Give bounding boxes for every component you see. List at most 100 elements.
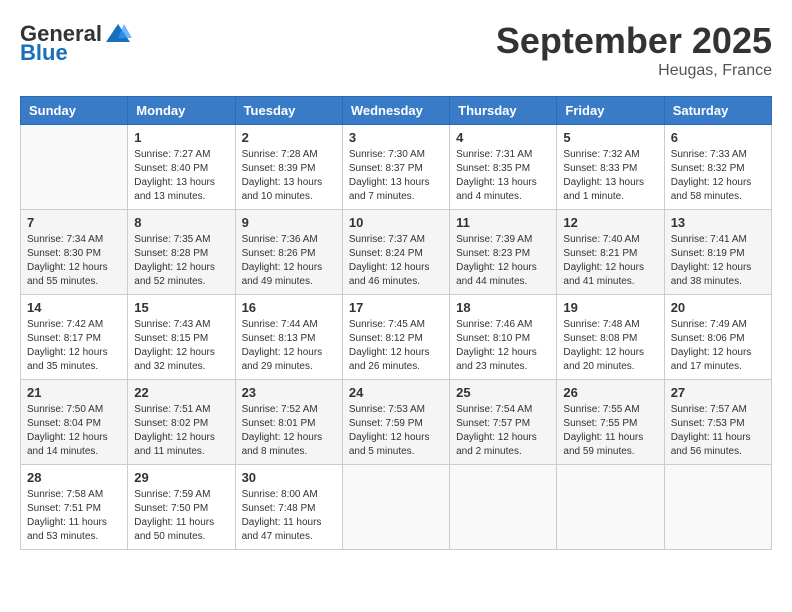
calendar-day-cell: 13 Sunrise: 7:41 AM Sunset: 8:19 PM Dayli… (664, 210, 771, 295)
logo-icon (104, 20, 132, 48)
calendar-day-cell: 21 Sunrise: 7:50 AM Sunset: 8:04 PM Dayli… (21, 380, 128, 465)
day-info: Sunrise: 7:49 AM Sunset: 8:06 PM Dayligh… (671, 318, 765, 374)
calendar-week-row: 21 Sunrise: 7:50 AM Sunset: 8:04 PM Dayli… (21, 380, 772, 465)
day-info: Sunrise: 7:33 AM Sunset: 8:32 PM Dayligh… (671, 148, 765, 204)
day-info: Sunrise: 7:28 AM Sunset: 8:39 PM Dayligh… (242, 148, 336, 204)
location: Heugas, France (496, 62, 772, 80)
day-number: 6 (671, 130, 765, 145)
calendar-day-cell: 7 Sunrise: 7:34 AM Sunset: 8:30 PM Daylig… (21, 210, 128, 295)
day-of-week-header: Wednesday (342, 97, 449, 125)
day-of-week-header: Saturday (664, 97, 771, 125)
calendar-table: SundayMondayTuesdayWednesdayThursdayFrid… (20, 96, 772, 550)
calendar-day-cell: 20 Sunrise: 7:49 AM Sunset: 8:06 PM Dayli… (664, 295, 771, 380)
calendar-day-cell: 1Sunrise: 7:27 AM Sunset: 8:40 PM Daylig… (128, 125, 235, 210)
calendar-day-cell: 16 Sunrise: 7:44 AM Sunset: 8:13 PM Dayli… (235, 295, 342, 380)
day-number: 13 (671, 215, 765, 230)
day-number: 28 (27, 470, 121, 485)
day-number: 29 (134, 470, 228, 485)
day-info: Sunrise: 7:31 AM Sunset: 8:35 PM Dayligh… (456, 148, 550, 204)
calendar-day-cell: 8Sunrise: 7:35 AM Sunset: 8:28 PM Daylig… (128, 210, 235, 295)
day-number: 20 (671, 300, 765, 315)
day-number: 10 (349, 215, 443, 230)
day-of-week-header: Friday (557, 97, 664, 125)
calendar-day-cell: 29 Sunrise: 7:59 AM Sunset: 7:50 PM Dayli… (128, 465, 235, 550)
day-of-week-header: Sunday (21, 97, 128, 125)
calendar-day-cell: 4 Sunrise: 7:31 AM Sunset: 8:35 PM Daylig… (450, 125, 557, 210)
calendar-day-cell: 9 Sunrise: 7:36 AM Sunset: 8:26 PM Daylig… (235, 210, 342, 295)
calendar-day-cell: 11Sunrise: 7:39 AM Sunset: 8:23 PM Dayli… (450, 210, 557, 295)
month-title: September 2025 (496, 20, 772, 62)
day-info: Sunrise: 7:45 AM Sunset: 8:12 PM Dayligh… (349, 318, 443, 374)
day-info: Sunrise: 7:32 AM Sunset: 8:33 PM Dayligh… (563, 148, 657, 204)
calendar-empty-cell (450, 465, 557, 550)
day-number: 16 (242, 300, 336, 315)
day-info: Sunrise: 7:42 AM Sunset: 8:17 PM Dayligh… (27, 318, 121, 374)
day-number: 22 (134, 385, 228, 400)
calendar-day-cell: 3Sunrise: 7:30 AM Sunset: 8:37 PM Daylig… (342, 125, 449, 210)
day-number: 3 (349, 130, 443, 145)
day-of-week-header: Thursday (450, 97, 557, 125)
day-number: 7 (27, 215, 121, 230)
calendar-day-cell: 2 Sunrise: 7:28 AM Sunset: 8:39 PM Daylig… (235, 125, 342, 210)
day-info: Sunrise: 7:44 AM Sunset: 8:13 PM Dayligh… (242, 318, 336, 374)
calendar-day-cell: 14Sunrise: 7:42 AM Sunset: 8:17 PM Dayli… (21, 295, 128, 380)
day-number: 24 (349, 385, 443, 400)
day-info: Sunrise: 7:54 AM Sunset: 7:57 PM Dayligh… (456, 403, 550, 459)
calendar-day-cell: 5Sunrise: 7:32 AM Sunset: 8:33 PM Daylig… (557, 125, 664, 210)
day-info: Sunrise: 7:57 AM Sunset: 7:53 PM Dayligh… (671, 403, 765, 459)
day-number: 19 (563, 300, 657, 315)
calendar-day-cell: 30Sunrise: 8:00 AM Sunset: 7:48 PM Dayli… (235, 465, 342, 550)
calendar-day-cell: 12 Sunrise: 7:40 AM Sunset: 8:21 PM Dayli… (557, 210, 664, 295)
day-info: Sunrise: 7:59 AM Sunset: 7:50 PM Dayligh… (134, 488, 228, 544)
logo: General Blue (20, 20, 132, 66)
calendar-day-cell: 28 Sunrise: 7:58 AM Sunset: 7:51 PM Dayli… (21, 465, 128, 550)
page-header: General Blue September 2025 Heugas, Fran… (20, 20, 772, 80)
day-info: Sunrise: 7:53 AM Sunset: 7:59 PM Dayligh… (349, 403, 443, 459)
calendar-week-row: 1Sunrise: 7:27 AM Sunset: 8:40 PM Daylig… (21, 125, 772, 210)
calendar-day-cell: 15Sunrise: 7:43 AM Sunset: 8:15 PM Dayli… (128, 295, 235, 380)
day-info: Sunrise: 7:27 AM Sunset: 8:40 PM Dayligh… (134, 148, 228, 204)
day-info: Sunrise: 7:41 AM Sunset: 8:19 PM Dayligh… (671, 233, 765, 289)
day-number: 27 (671, 385, 765, 400)
day-info: Sunrise: 7:48 AM Sunset: 8:08 PM Dayligh… (563, 318, 657, 374)
calendar-day-cell: 24 Sunrise: 7:53 AM Sunset: 7:59 PM Dayli… (342, 380, 449, 465)
calendar-header-row: SundayMondayTuesdayWednesdayThursdayFrid… (21, 97, 772, 125)
calendar-week-row: 7 Sunrise: 7:34 AM Sunset: 8:30 PM Daylig… (21, 210, 772, 295)
day-number: 30 (242, 470, 336, 485)
day-info: Sunrise: 7:43 AM Sunset: 8:15 PM Dayligh… (134, 318, 228, 374)
calendar-day-cell: 17 Sunrise: 7:45 AM Sunset: 8:12 PM Dayli… (342, 295, 449, 380)
calendar-day-cell: 6 Sunrise: 7:33 AM Sunset: 8:32 PM Daylig… (664, 125, 771, 210)
day-number: 21 (27, 385, 121, 400)
calendar-week-row: 28 Sunrise: 7:58 AM Sunset: 7:51 PM Dayli… (21, 465, 772, 550)
calendar-day-cell: 25 Sunrise: 7:54 AM Sunset: 7:57 PM Dayli… (450, 380, 557, 465)
calendar-empty-cell (342, 465, 449, 550)
day-info: Sunrise: 7:50 AM Sunset: 8:04 PM Dayligh… (27, 403, 121, 459)
day-number: 11 (456, 215, 550, 230)
day-number: 23 (242, 385, 336, 400)
calendar-day-cell: 18Sunrise: 7:46 AM Sunset: 8:10 PM Dayli… (450, 295, 557, 380)
calendar-empty-cell (21, 125, 128, 210)
calendar-empty-cell (557, 465, 664, 550)
calendar-day-cell: 22Sunrise: 7:51 AM Sunset: 8:02 PM Dayli… (128, 380, 235, 465)
day-of-week-header: Monday (128, 97, 235, 125)
day-number: 18 (456, 300, 550, 315)
day-of-week-header: Tuesday (235, 97, 342, 125)
day-info: Sunrise: 7:40 AM Sunset: 8:21 PM Dayligh… (563, 233, 657, 289)
day-number: 4 (456, 130, 550, 145)
day-info: Sunrise: 7:34 AM Sunset: 8:30 PM Dayligh… (27, 233, 121, 289)
day-number: 2 (242, 130, 336, 145)
title-section: September 2025 Heugas, France (496, 20, 772, 80)
day-info: Sunrise: 7:58 AM Sunset: 7:51 PM Dayligh… (27, 488, 121, 544)
calendar-day-cell: 27 Sunrise: 7:57 AM Sunset: 7:53 PM Dayli… (664, 380, 771, 465)
day-info: Sunrise: 7:36 AM Sunset: 8:26 PM Dayligh… (242, 233, 336, 289)
day-info: Sunrise: 7:37 AM Sunset: 8:24 PM Dayligh… (349, 233, 443, 289)
calendar-week-row: 14Sunrise: 7:42 AM Sunset: 8:17 PM Dayli… (21, 295, 772, 380)
day-number: 17 (349, 300, 443, 315)
calendar-empty-cell (664, 465, 771, 550)
day-info: Sunrise: 7:52 AM Sunset: 8:01 PM Dayligh… (242, 403, 336, 459)
day-number: 25 (456, 385, 550, 400)
day-number: 12 (563, 215, 657, 230)
calendar-day-cell: 19 Sunrise: 7:48 AM Sunset: 8:08 PM Dayli… (557, 295, 664, 380)
day-number: 9 (242, 215, 336, 230)
calendar-day-cell: 26Sunrise: 7:55 AM Sunset: 7:55 PM Dayli… (557, 380, 664, 465)
